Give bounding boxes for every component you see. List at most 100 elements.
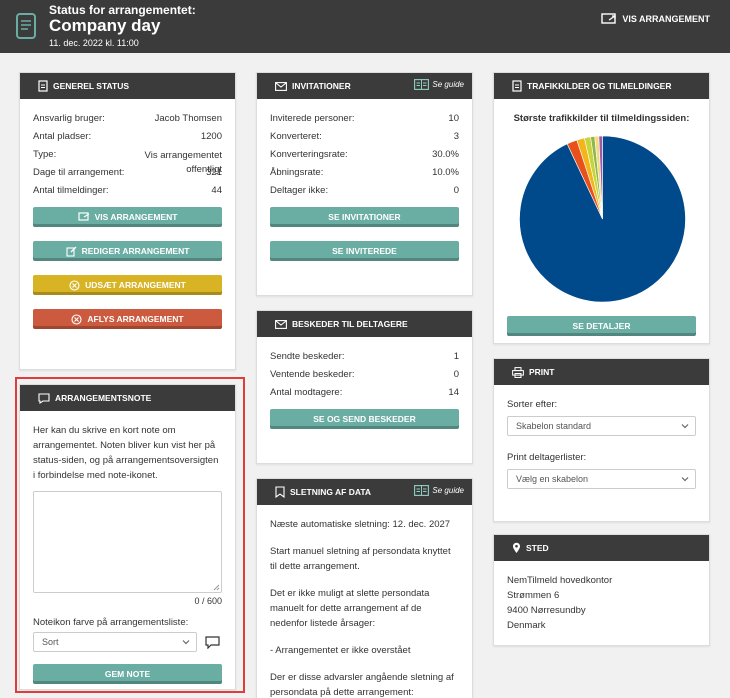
message-row: Ventende beskeder: 0 [270,369,459,381]
place-line: Strømmen 6 [507,590,560,601]
invitation-value: 3 [453,131,459,142]
traffic-pie-chart [519,135,686,303]
document-icon [38,80,48,92]
vis-arrangement-card-button[interactable]: VIS ARRANGEMENT [33,207,222,227]
printer-icon [512,366,524,378]
status-row: Ansvarlig bruger: Jacob Thomsen [33,113,222,125]
status-value: 321 [206,167,222,178]
invitation-value: 0 [453,185,459,196]
invitations-title: INVITATIONER [292,81,351,91]
invitation-row: Deltager ikke: 0 [270,185,459,197]
messages-header: BESKEDER TIL DELTAGERE [257,311,472,337]
message-label: Antal modtagere: [270,387,343,398]
book-icon [414,79,430,90]
invitation-row: Inviterede personer: 10 [270,113,459,125]
external-screen-icon [601,13,617,24]
invitation-value: 30.0% [432,149,459,160]
message-row: Sendte beskeder: 1 [270,351,459,363]
button-label: SE DETALJER [572,321,631,331]
document-icon [512,80,522,92]
button-label: SE INVITEREDE [332,246,397,256]
see-invited-button[interactable]: SE INVITEREDE [270,241,459,261]
print-list-value: Vælg en skabelon [516,474,589,484]
guide-label: Se guide [432,486,464,495]
cancel-arrangement-button[interactable]: AFLYS ARRANGEMENT [33,309,222,329]
messages-title: BESKEDER TIL DELTAGERE [292,319,408,329]
edit-arrangement-button[interactable]: REDIGER ARRANGEMENT [33,241,222,261]
resize-handle-icon[interactable] [213,584,220,591]
message-label: Sendte beskeder: [270,351,345,362]
circle-x-icon [69,279,80,291]
traffic-title: TRAFIKKILDER OG TILMELDINGER [527,81,672,91]
print-title: PRINT [529,367,555,377]
document-icon [16,13,36,39]
button-label: VIS ARRANGEMENT [94,212,178,222]
invitation-label: Åbningsrate: [270,167,324,178]
place-line: 9400 Nørresundby [507,605,586,616]
note-description: Her kan du skrive en kort note om arrang… [33,425,219,481]
status-value: 1200 [200,131,222,142]
print-list-label: Print deltagerlister: [507,452,587,463]
event-date: 11. dec. 2022 kl. 11:00 [49,38,139,48]
note-title: ARRANGEMENTSNOTE [55,393,152,403]
note-color-label: Noteikon farve på arrangementsliste: [33,617,189,628]
invitation-label: Deltager ikke: [270,185,329,196]
messages-card: BESKEDER TIL DELTAGERE Sendte beskeder: 1… [256,310,473,464]
deletion-warnings: Der er disse advarsler angående sletning… [270,672,454,698]
sort-value: Skabelon standard [516,421,592,431]
message-label: Ventende beskeder: [270,369,355,380]
general-status-card: GENEREL STATUS Ansvarlig bruger: Jacob Th… [19,72,236,370]
deletion-guide-link[interactable]: Se guide [414,485,464,496]
note-color-value: Sort [42,637,59,647]
status-value: 44 [211,185,222,196]
print-header: PRINT [494,359,709,385]
chevron-down-icon [182,640,190,645]
postpone-arrangement-button[interactable]: UDSÆT ARRANGEMENT [33,275,222,295]
status-value: Jacob Thomsen [154,113,222,124]
save-note-button[interactable]: GEM NOTE [33,664,222,684]
see-invitations-button[interactable]: SE INVITATIONER [270,207,459,227]
deletion-title: SLETNING AF DATA [290,487,372,497]
status-label: Dage til arrangement: [33,167,125,178]
button-label: SE INVITATIONER [328,212,401,222]
status-label: Ansvarlig bruger: [33,113,105,124]
sort-select[interactable]: Skabelon standard [507,416,696,436]
place-card: STED NemTilmeld hovedkontor Strømmen 6 9… [493,534,710,646]
sort-label: Sorter efter: [507,399,558,410]
button-label: REDIGER ARRANGEMENT [81,246,190,256]
deletion-manual-start: Start manuel sletning af persondata knyt… [270,546,451,572]
map-pin-icon [513,542,520,553]
invitations-card: INVITATIONER Se guide Inviterede persone… [256,72,473,296]
invitations-guide-link[interactable]: Se guide [414,79,464,90]
chevron-down-icon [681,477,689,482]
page-subtitle: Status for arrangementet: [49,3,196,17]
place-line: Denmark [507,620,546,631]
invitation-row: Konverteringsrate: 30.0% [270,149,459,161]
see-details-button[interactable]: SE DETALJER [507,316,696,336]
message-value: 0 [453,369,459,380]
button-label: UDSÆT ARRANGEMENT [85,280,186,290]
status-row: Antal pladser: 1200 [33,131,222,143]
place-header: STED [494,535,709,561]
speech-bubble-icon [38,392,50,404]
button-label: AFLYS ARRANGEMENT [87,314,184,324]
invitation-row: Konverteret: 3 [270,131,459,143]
button-label: GEM NOTE [104,669,151,679]
note-textarea[interactable] [33,491,222,593]
note-card: ARRANGEMENTSNOTE Her kan du skrive en ko… [19,384,236,690]
print-card: PRINT Sorter efter: Skabelon standard Pr… [493,358,710,522]
note-color-select[interactable]: Sort [33,632,197,652]
vis-arrangement-button[interactable]: VIS ARRANGEMENT [601,13,710,25]
chart-title: Største trafikkilder til tilmeldingsside… [513,113,690,124]
envelope-icon [275,81,287,91]
top-bar: Status for arrangementet: Company day 11… [0,0,730,53]
book-icon [414,485,430,496]
invitation-label: Konverteret: [270,131,322,142]
invitation-label: Konverteringsrate: [270,149,348,160]
guide-label: Se guide [432,80,464,89]
invitation-row: Åbningsrate: 10.0% [270,167,459,179]
print-list-select[interactable]: Vælg en skabelon [507,469,696,489]
note-color-preview-icon [205,635,220,649]
invitation-label: Inviterede personer: [270,113,355,124]
see-send-messages-button[interactable]: SE OG SEND BESKEDER [270,409,459,429]
